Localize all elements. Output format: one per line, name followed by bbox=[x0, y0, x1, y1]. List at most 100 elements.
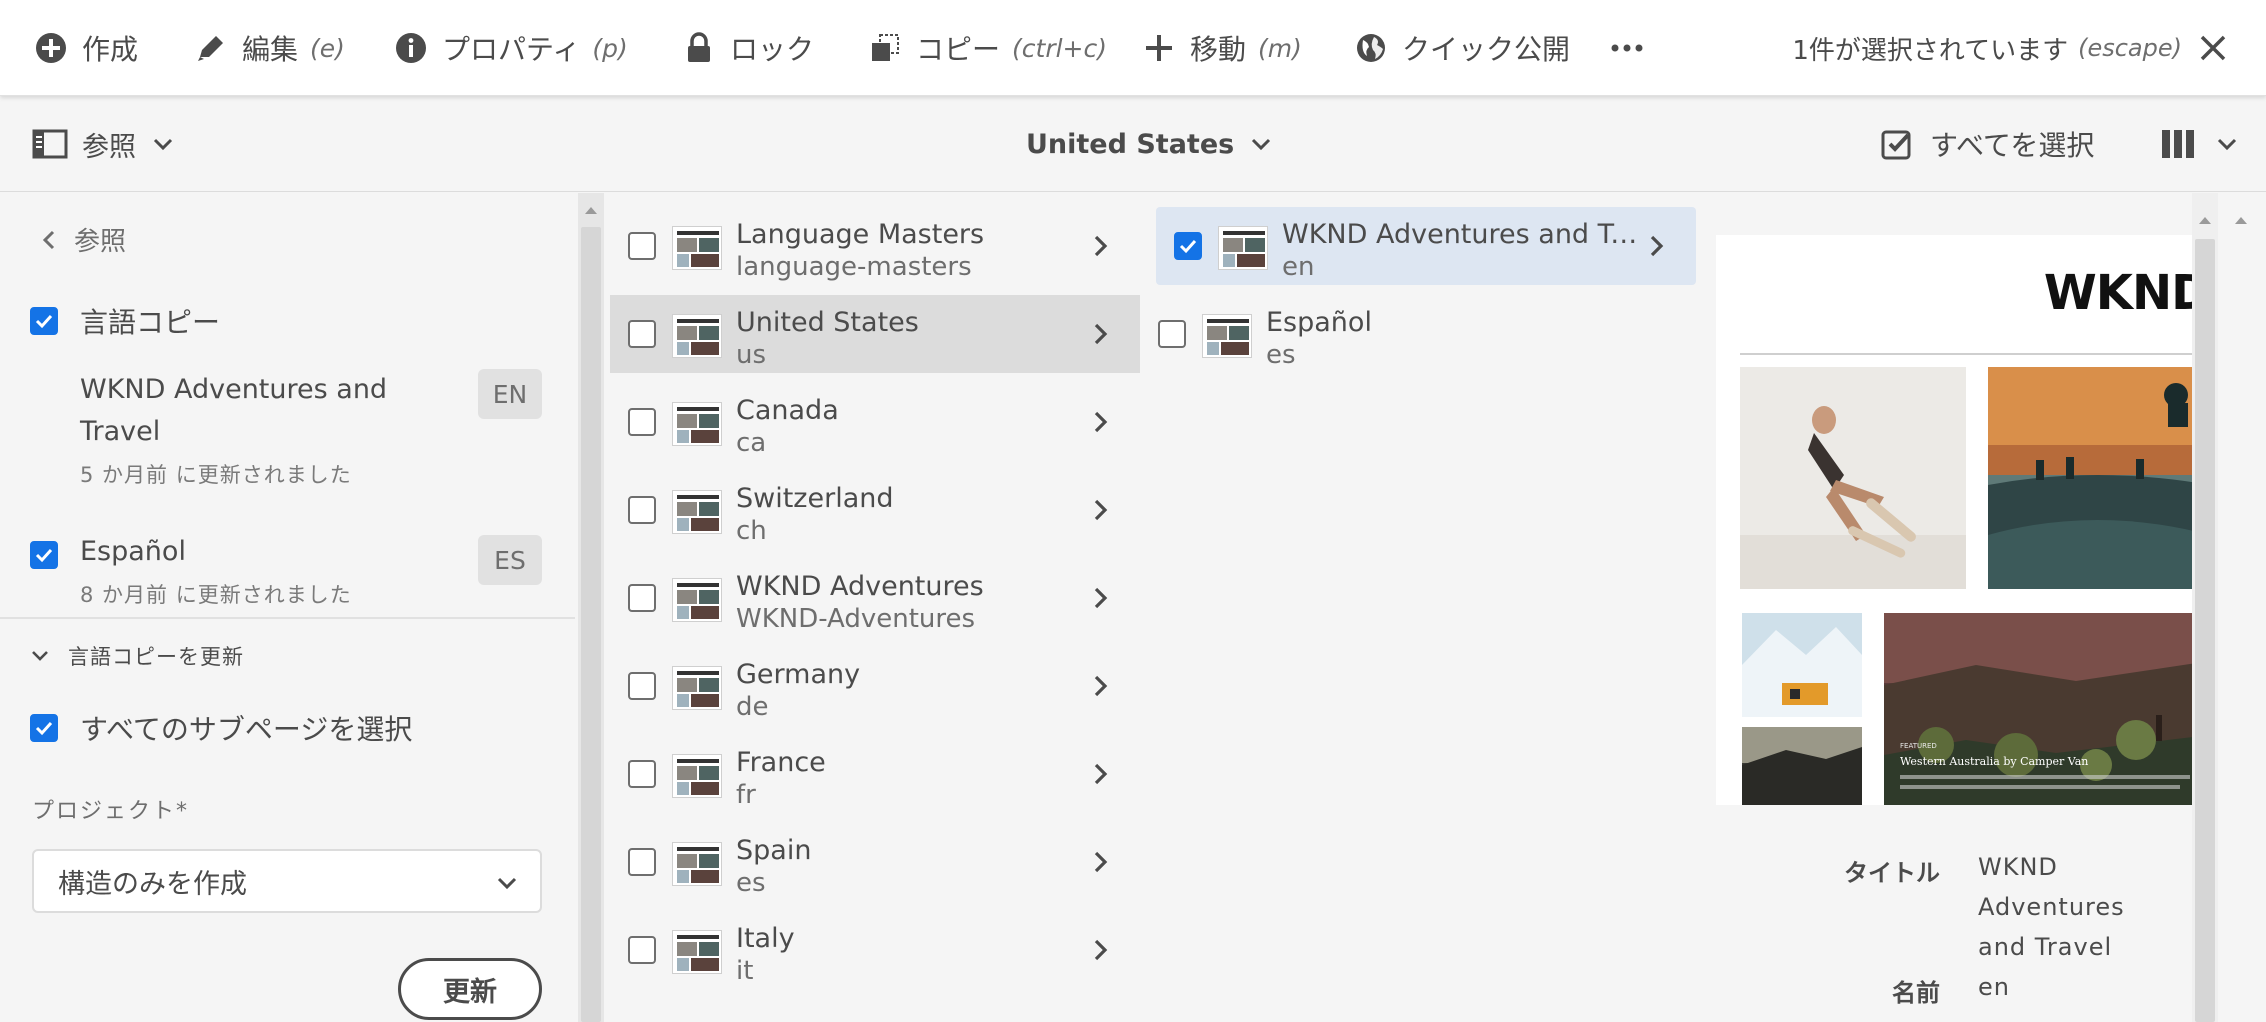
row-checkbox[interactable] bbox=[628, 936, 656, 964]
column-item[interactable]: France fr bbox=[610, 735, 1140, 813]
select-all-button[interactable]: すべてを選択 bbox=[1880, 96, 2094, 192]
page-preview-thumbnail: WKND FEATURED Western Australia by Campe… bbox=[1716, 235, 2210, 805]
row-checkbox[interactable] bbox=[628, 496, 656, 524]
language-copy-title: Español bbox=[80, 536, 186, 567]
item-name: de bbox=[736, 692, 769, 722]
chevron-right-icon[interactable] bbox=[1088, 585, 1114, 611]
chevron-right-icon[interactable] bbox=[1088, 761, 1114, 787]
chevron-left-icon bbox=[42, 230, 55, 249]
column-item[interactable]: United States us bbox=[610, 295, 1140, 373]
more-button[interactable] bbox=[1610, 0, 1644, 96]
quick-publish-button[interactable]: クイック公開 bbox=[1354, 0, 1570, 96]
rail-toggle[interactable]: 参照 bbox=[32, 96, 174, 192]
info-icon bbox=[396, 33, 426, 63]
chevron-down-icon bbox=[2217, 138, 2237, 151]
row-checkbox[interactable] bbox=[1158, 320, 1186, 348]
preview-scrollbar[interactable] bbox=[2192, 193, 2218, 1022]
scrollbar-thumb[interactable] bbox=[581, 227, 601, 1022]
move-button[interactable]: 移動 (m) bbox=[1142, 0, 1302, 96]
plus-icon bbox=[1146, 35, 1172, 61]
meta-title-value: WKND Adventures and Travel bbox=[1978, 853, 2125, 961]
properties-button[interactable]: プロパティ (p) bbox=[394, 0, 628, 96]
select-all-icon bbox=[1881, 130, 1911, 160]
column-item[interactable]: Español es bbox=[1140, 295, 1680, 373]
column-item[interactable]: WKND Adventures WKND-Adventures bbox=[610, 559, 1140, 637]
chevron-down-icon bbox=[32, 651, 48, 661]
copy-icon bbox=[872, 34, 899, 61]
page-thumbnail bbox=[672, 666, 722, 710]
column-item[interactable]: Spain es bbox=[610, 823, 1140, 901]
row-checkbox[interactable] bbox=[628, 584, 656, 612]
edit-button[interactable]: 編集 (e) bbox=[194, 0, 345, 96]
language-copy-checkbox[interactable] bbox=[30, 541, 58, 569]
scroll-up-icon[interactable] bbox=[2192, 207, 2218, 233]
row-checkbox[interactable] bbox=[1174, 232, 1202, 260]
item-title: WKND Adventures and Tr… bbox=[1282, 219, 1642, 250]
language-copy-item[interactable]: WKND Adventures and Travel 5 か月前 に更新されまし… bbox=[80, 369, 550, 489]
language-copies-checkbox[interactable] bbox=[30, 307, 58, 335]
language-badge: EN bbox=[478, 369, 542, 419]
featured-article-title: Western Australia by Camper Van bbox=[1900, 755, 2088, 768]
breadcrumb[interactable]: United States bbox=[1026, 96, 1272, 192]
update-section-toggle[interactable]: 言語コピーを更新 bbox=[30, 641, 244, 671]
page-thumbnail bbox=[672, 578, 722, 622]
chevron-right-icon[interactable] bbox=[1088, 321, 1114, 347]
rail-back-button[interactable]: 参照 bbox=[38, 221, 126, 258]
globe-icon bbox=[1357, 34, 1385, 62]
chevron-right-icon[interactable] bbox=[1088, 233, 1114, 259]
lock-button[interactable]: ロック bbox=[682, 0, 814, 96]
row-checkbox[interactable] bbox=[628, 848, 656, 876]
page-thumbnail bbox=[672, 930, 722, 974]
project-select[interactable]: 構造のみを作成 bbox=[32, 849, 542, 913]
item-title: Language Masters bbox=[736, 219, 985, 250]
chevron-right-icon[interactable] bbox=[1644, 233, 1670, 259]
page-thumbnail bbox=[672, 314, 722, 358]
create-label: 作成 bbox=[82, 33, 139, 66]
language-copy-item[interactable]: Español 8 か月前 に更新されました ES bbox=[30, 531, 550, 609]
scroll-up-icon[interactable] bbox=[578, 197, 604, 223]
column-item[interactable]: Language Masters language-masters bbox=[610, 207, 1140, 285]
column-item[interactable]: WKND Adventures and Tr… en bbox=[1156, 207, 1696, 285]
edit-shortcut: (e) bbox=[310, 33, 345, 63]
page-thumbnail bbox=[672, 226, 722, 270]
column-item[interactable]: Germany de bbox=[610, 647, 1140, 725]
create-button[interactable]: 作成 bbox=[34, 0, 138, 96]
column-item[interactable]: Canada ca bbox=[610, 383, 1140, 461]
checkmark-icon bbox=[35, 721, 53, 736]
item-title: France bbox=[736, 747, 826, 778]
language-copy-title: WKND Adventures and Travel bbox=[80, 374, 388, 447]
move-shortcut: (m) bbox=[1258, 33, 1302, 63]
item-title: Español bbox=[1266, 307, 1372, 338]
row-checkbox[interactable] bbox=[628, 232, 656, 260]
chevron-right-icon[interactable] bbox=[1088, 849, 1114, 875]
select-subpages[interactable]: すべてのサブページを選択 bbox=[30, 708, 412, 748]
copy-button[interactable]: コピー (ctrl+c) bbox=[868, 0, 1107, 96]
featured-label: FEATURED bbox=[1900, 742, 1937, 750]
update-button[interactable]: 更新 bbox=[398, 958, 542, 1020]
row-checkbox[interactable] bbox=[628, 672, 656, 700]
column-item[interactable]: Switzerland ch bbox=[610, 471, 1140, 549]
column-item[interactable]: Italy it bbox=[610, 911, 1140, 989]
lock-icon bbox=[688, 32, 710, 62]
scroll-up-icon[interactable] bbox=[2228, 207, 2254, 233]
row-checkbox[interactable] bbox=[628, 320, 656, 348]
language-copy-updated: 5 か月前 に更新されました bbox=[80, 463, 352, 487]
rail-scrollbar[interactable] bbox=[578, 193, 604, 1022]
column-view-level-2: WKND Adventures and Tr… en Español es bbox=[1140, 193, 1700, 1022]
update-section-label: 言語コピーを更新 bbox=[68, 645, 244, 669]
scrollbar-thumb[interactable] bbox=[2195, 239, 2215, 1022]
chevron-right-icon[interactable] bbox=[1088, 497, 1114, 523]
close-icon[interactable] bbox=[2198, 33, 2228, 63]
chevron-right-icon[interactable] bbox=[1088, 673, 1114, 699]
chevron-right-icon[interactable] bbox=[1088, 409, 1114, 435]
view-switcher[interactable] bbox=[2160, 96, 2238, 192]
item-title: Germany bbox=[736, 659, 861, 690]
page-scrollbar[interactable] bbox=[2228, 193, 2254, 1022]
item-name: ca bbox=[736, 428, 767, 458]
chevron-right-icon[interactable] bbox=[1088, 937, 1114, 963]
select-subpages-checkbox[interactable] bbox=[30, 714, 58, 742]
row-checkbox[interactable] bbox=[628, 408, 656, 436]
meta-name-key: 名前 bbox=[1892, 979, 1940, 1007]
row-checkbox[interactable] bbox=[628, 760, 656, 788]
divider bbox=[0, 617, 575, 619]
